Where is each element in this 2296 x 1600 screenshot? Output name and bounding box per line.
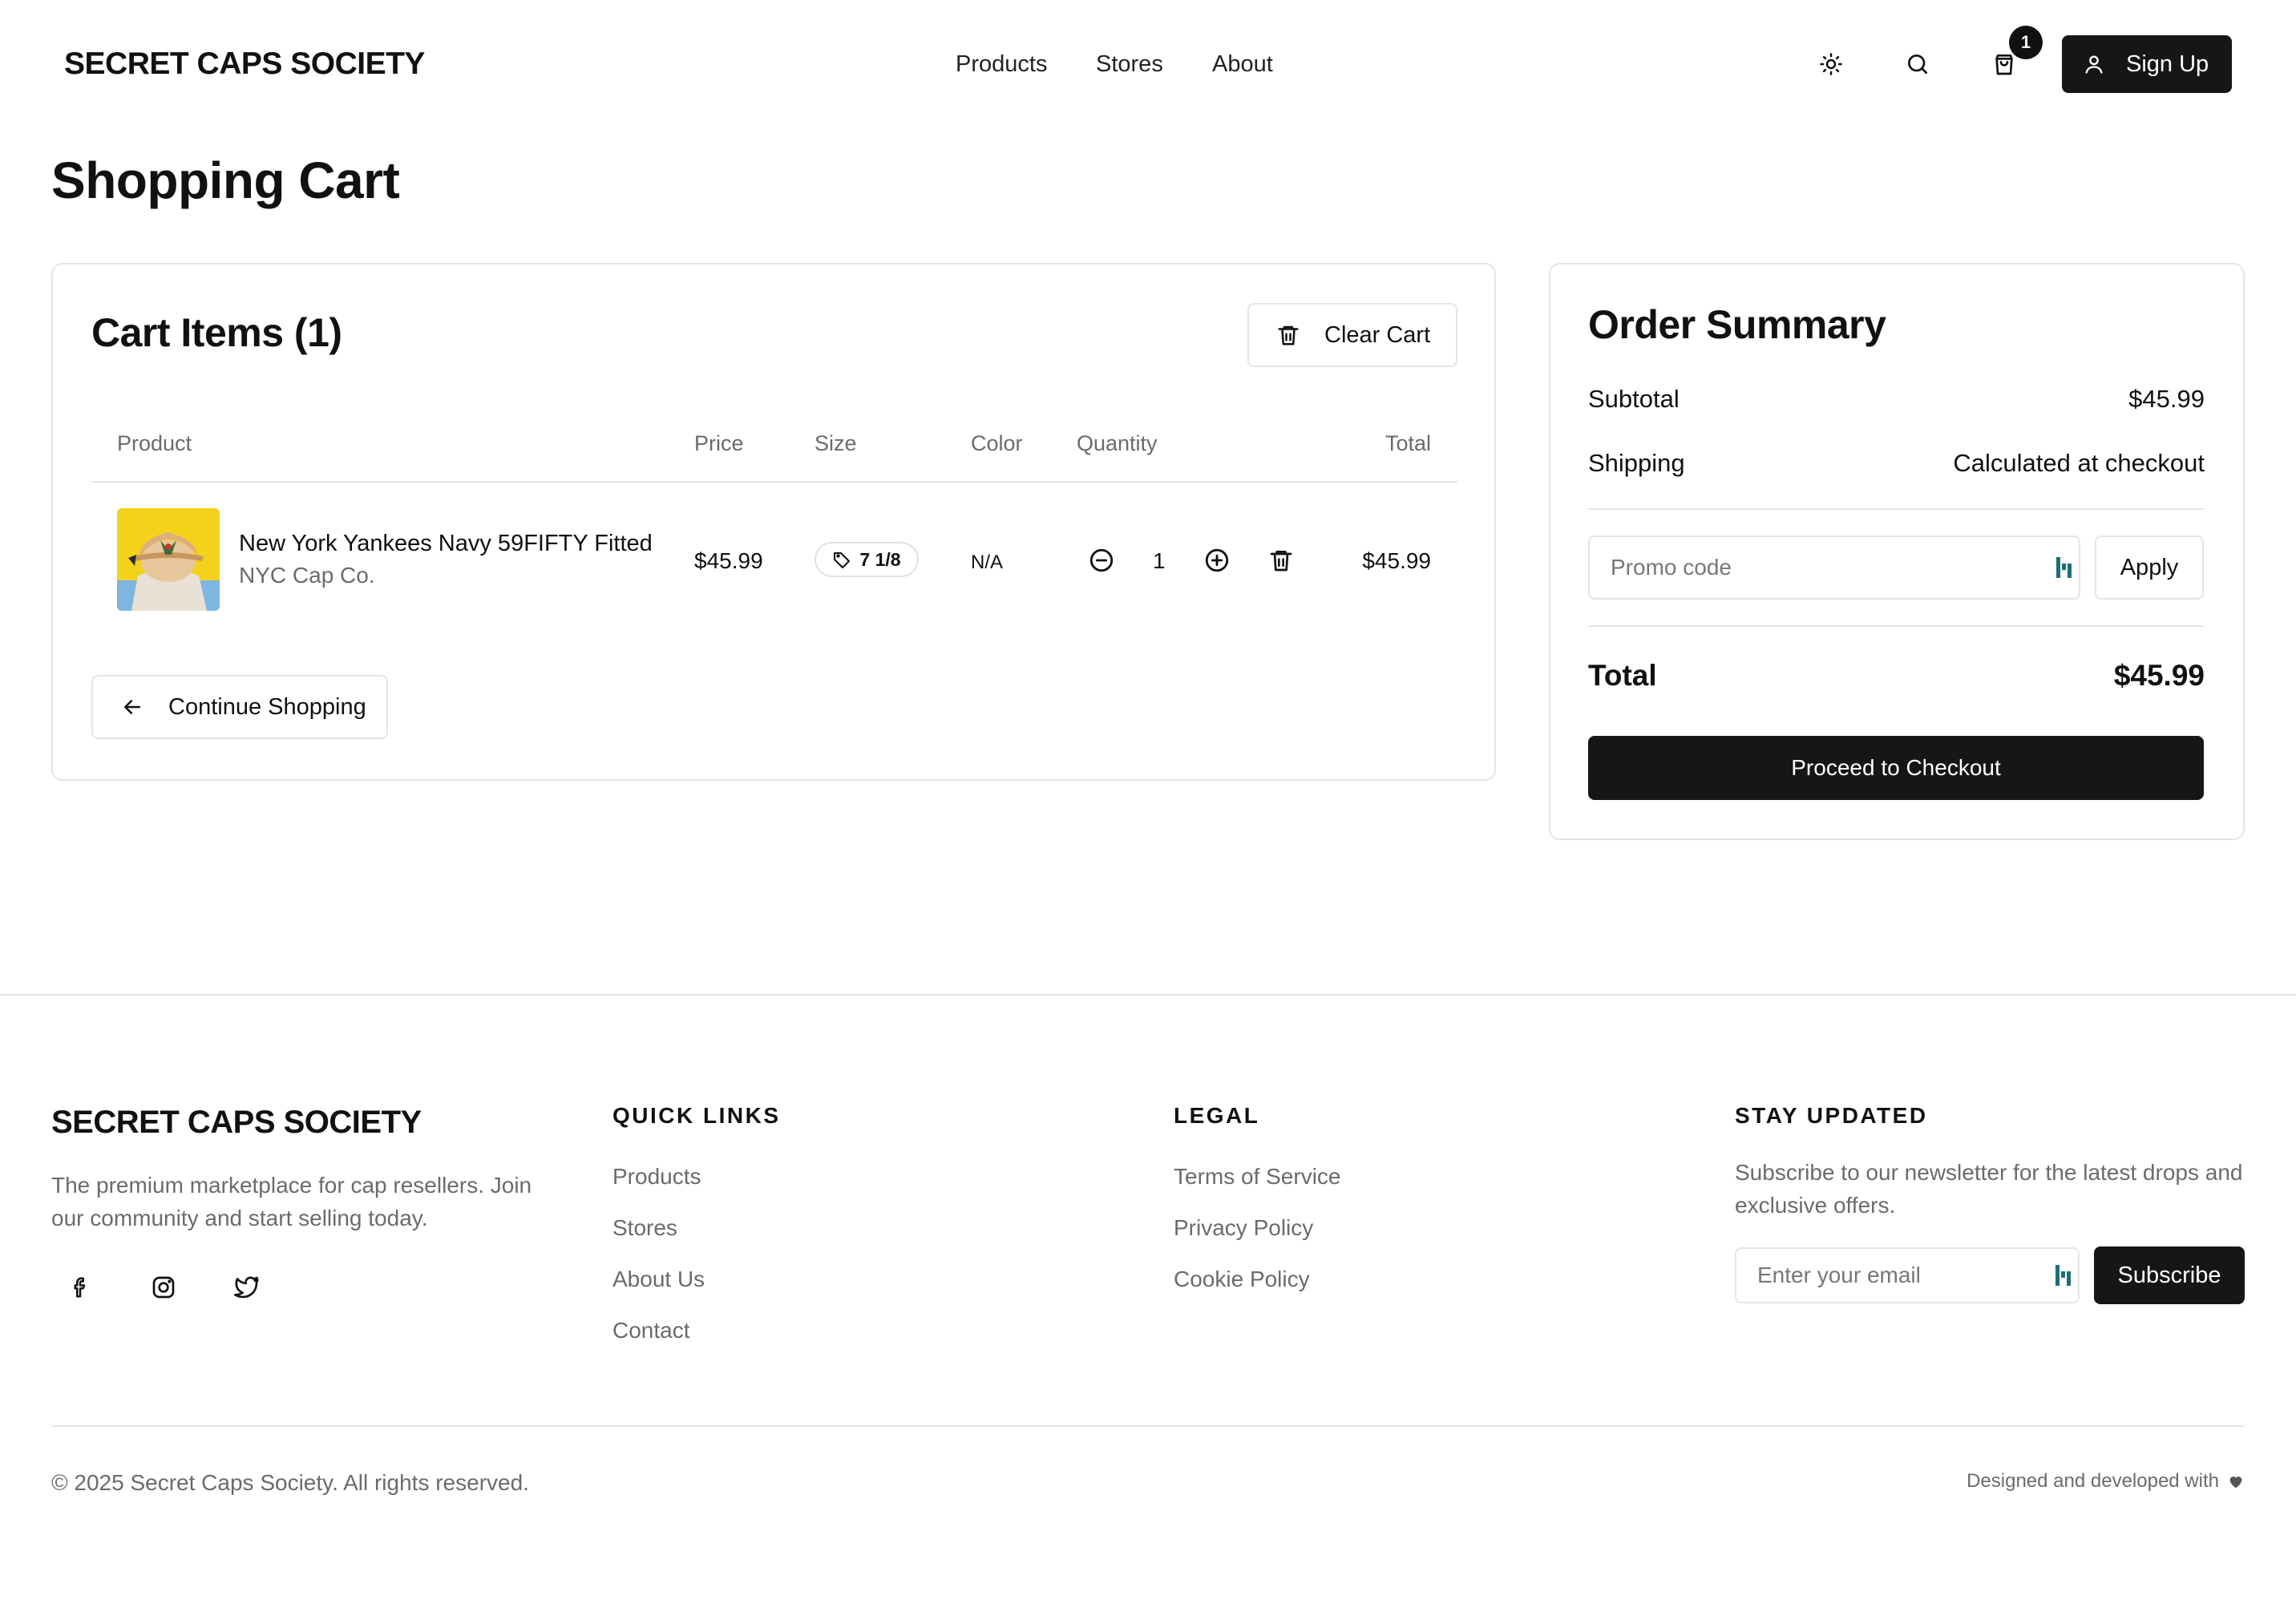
footer-link-cookie[interactable]: Cookie Policy <box>1174 1267 1310 1292</box>
footer-logo: SECRET CAPS SOCIETY <box>51 1105 422 1140</box>
search-button[interactable] <box>1900 46 1935 82</box>
column-header-size: Size <box>815 431 857 455</box>
newsletter-email-input[interactable] <box>1735 1247 2080 1303</box>
product-color: N/A <box>971 552 1004 573</box>
plus-circle-icon <box>1203 547 1231 574</box>
continue-shopping-button[interactable]: Continue Shopping <box>91 675 388 739</box>
minus-circle-icon <box>1088 547 1115 574</box>
column-header-total: Total <box>1384 431 1431 455</box>
cart-count-badge: 1 <box>2009 26 2043 59</box>
footer-link-contact[interactable]: Contact <box>612 1318 690 1343</box>
sign-up-button[interactable]: Sign Up <box>2062 35 2232 93</box>
product-name[interactable]: New York Yankees Navy 59FIFTY Fitted <box>239 531 653 557</box>
quick-links-heading: QUICK LINKS <box>612 1103 781 1128</box>
footer-link-terms[interactable]: Terms of Service <box>1174 1164 1341 1190</box>
tag-icon <box>832 550 851 569</box>
twitter-link[interactable] <box>229 1270 265 1305</box>
footer-link-products[interactable]: Products <box>612 1164 701 1190</box>
order-summary-title: Order Summary <box>1588 302 1886 347</box>
footer-description: The premium marketplace for cap reseller… <box>51 1173 532 1230</box>
table-divider <box>91 481 1457 483</box>
total-label: Total <box>1588 659 1657 692</box>
footer-link-stores[interactable]: Stores <box>612 1215 677 1241</box>
facebook-icon <box>68 1275 92 1299</box>
copyright-text: © 2025 Secret Caps Society. All rights r… <box>51 1470 529 1495</box>
site-logo[interactable]: SECRET CAPS SOCIETY <box>64 46 425 82</box>
password-manager-icon[interactable] <box>2055 556 2072 580</box>
column-header-quantity: Quantity <box>1077 431 1158 455</box>
clear-cart-button[interactable]: Clear Cart <box>1247 303 1457 367</box>
password-manager-icon[interactable] <box>2054 1263 2072 1287</box>
size-value: 7 1/8 <box>859 548 901 570</box>
cart-items-title: Cart Items (1) <box>91 310 342 355</box>
legal-heading: LEGAL <box>1174 1103 1260 1128</box>
page-title: Shopping Cart <box>51 152 400 209</box>
trash-icon <box>1268 547 1294 573</box>
summary-divider <box>1588 625 2204 627</box>
subscribe-button[interactable]: Subscribe <box>2094 1246 2245 1304</box>
quantity-value: 1 <box>1153 548 1166 573</box>
search-icon <box>1905 51 1930 77</box>
column-header-price: Price <box>694 431 744 455</box>
heart-icon <box>2227 1473 2245 1490</box>
trash-icon <box>1276 323 1300 347</box>
shipping-label: Shipping <box>1588 449 1685 477</box>
nav-products[interactable]: Products <box>956 51 1047 78</box>
sign-up-label: Sign Up <box>2126 51 2209 77</box>
product-brand: NYC Cap Co. <box>239 563 375 588</box>
clear-cart-label: Clear Cart <box>1324 321 1431 348</box>
twitter-icon <box>234 1275 260 1300</box>
user-icon <box>2083 53 2105 75</box>
newsletter-description: Subscribe to our newsletter for the late… <box>1735 1160 2243 1218</box>
column-header-color: Color <box>971 431 1023 455</box>
column-header-product: Product <box>117 431 192 455</box>
footer-bottom-divider <box>51 1425 2245 1427</box>
sun-icon <box>1819 52 1843 76</box>
subtotal-value: $45.99 <box>2128 385 2205 413</box>
footer-link-privacy[interactable]: Privacy Policy <box>1174 1215 1313 1241</box>
footer-divider <box>0 994 2296 996</box>
instagram-icon <box>151 1275 176 1300</box>
designed-by: Designed and developed with <box>1967 1470 2245 1493</box>
increase-quantity-button[interactable] <box>1199 543 1235 578</box>
item-total: $45.99 <box>1362 548 1431 573</box>
theme-toggle-button[interactable] <box>1813 46 1849 82</box>
nav-about[interactable]: About <box>1212 51 1273 78</box>
newsletter-heading: STAY UPDATED <box>1735 1103 1928 1128</box>
product-price: $45.99 <box>694 548 763 573</box>
apply-promo-button[interactable]: Apply <box>2095 535 2204 600</box>
product-image[interactable] <box>117 508 220 611</box>
instagram-link[interactable] <box>146 1270 181 1305</box>
proceed-to-checkout-button[interactable]: Proceed to Checkout <box>1588 736 2204 800</box>
total-value: $45.99 <box>2113 659 2205 692</box>
facebook-link[interactable] <box>63 1270 98 1305</box>
decrease-quantity-button[interactable] <box>1084 543 1119 578</box>
footer-link-about-us[interactable]: About Us <box>612 1267 705 1292</box>
continue-shopping-label: Continue Shopping <box>168 693 366 720</box>
remove-item-button[interactable] <box>1263 543 1299 578</box>
shipping-value: Calculated at checkout <box>1953 449 2205 477</box>
nav-stores[interactable]: Stores <box>1096 51 1163 78</box>
promo-code-input[interactable] <box>1588 535 2080 600</box>
subtotal-label: Subtotal <box>1588 385 1680 413</box>
shopping-bag-icon <box>1991 51 2017 77</box>
designed-by-text: Designed and developed with <box>1967 1470 2219 1492</box>
summary-divider <box>1588 508 2204 510</box>
size-badge: 7 1/8 <box>815 542 919 577</box>
arrow-left-icon <box>120 695 144 719</box>
